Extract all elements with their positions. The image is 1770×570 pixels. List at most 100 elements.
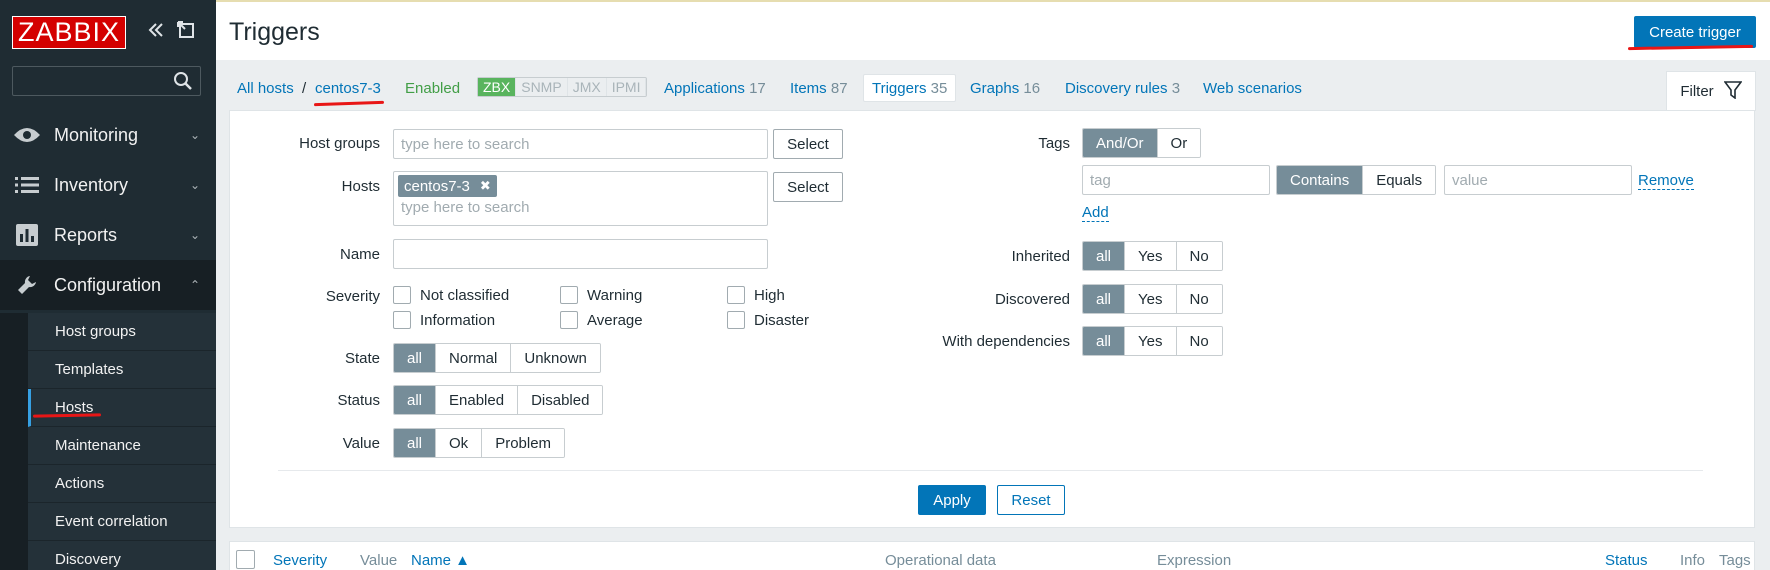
ipmi-badge: IPMI: [606, 78, 647, 96]
zbx-badge: ZBX: [478, 78, 517, 96]
discovered-no[interactable]: No: [1176, 285, 1222, 313]
submenu-discovery[interactable]: Discovery: [28, 541, 216, 570]
discovered-label: Discovered: [994, 291, 1070, 308]
severity-not-classified[interactable]: Not classified: [393, 286, 509, 304]
tags-label: Tags: [1038, 135, 1070, 152]
state-all[interactable]: all: [394, 344, 437, 372]
col-status[interactable]: Status: [1605, 552, 1648, 569]
tag-op-contains[interactable]: Contains: [1277, 166, 1364, 194]
page-header: Triggers Create trigger: [216, 0, 1770, 60]
tag-name-input[interactable]: tag: [1082, 165, 1270, 195]
menu-configuration[interactable]: Configuration ⌃: [0, 260, 216, 310]
submenu-hosts[interactable]: Hosts: [28, 389, 216, 427]
dependencies-yes[interactable]: Yes: [1125, 327, 1177, 355]
chevron-down-icon: ⌄: [189, 228, 200, 242]
host-groups-label: Host groups: [299, 135, 380, 152]
submenu-actions[interactable]: Actions: [28, 465, 216, 503]
filter-tab[interactable]: Filter: [1666, 71, 1756, 111]
close-icon[interactable]: ✖: [480, 178, 491, 194]
tag-op-equals[interactable]: Equals: [1363, 166, 1436, 194]
host-groups-select-button[interactable]: Select: [773, 129, 843, 159]
tags-or[interactable]: Or: [1157, 129, 1201, 157]
state-normal[interactable]: Normal: [436, 344, 512, 372]
host-status-enabled[interactable]: Enabled: [405, 80, 460, 97]
checkbox[interactable]: [393, 311, 411, 329]
hosts-search-placeholder[interactable]: type here to search: [401, 199, 529, 216]
menu-label: Monitoring: [54, 124, 139, 145]
dependencies-no[interactable]: No: [1176, 327, 1222, 355]
apply-button[interactable]: Apply: [918, 485, 986, 515]
severity-information[interactable]: Information: [393, 311, 495, 329]
tag-value-input[interactable]: value: [1444, 165, 1632, 195]
breadcrumb-host[interactable]: centos7-3: [315, 80, 381, 97]
status-disabled[interactable]: Disabled: [518, 386, 603, 414]
checkbox[interactable]: [727, 286, 745, 304]
tags-evaltype-group: And/Or Or: [1082, 128, 1202, 158]
chevron-up-icon: ⌃: [189, 278, 200, 292]
tags-and-or[interactable]: And/Or: [1083, 129, 1158, 157]
host-groups-input[interactable]: type here to search: [393, 129, 768, 159]
inherited-no[interactable]: No: [1176, 242, 1222, 270]
discovered-radio-group: all Yes No: [1082, 284, 1223, 314]
menu-inventory[interactable]: Inventory ⌄: [0, 160, 216, 210]
tag-remove-link[interactable]: Remove: [1638, 172, 1694, 190]
severity-disaster[interactable]: Disaster: [727, 311, 809, 329]
search-input[interactable]: [12, 66, 201, 96]
discovered-yes[interactable]: Yes: [1125, 285, 1177, 313]
submenu-event-correlation[interactable]: Event correlation: [28, 503, 216, 541]
zabbix-logo[interactable]: ZABBIX: [12, 16, 126, 49]
submenu-host-groups[interactable]: Host groups: [28, 313, 216, 351]
chevron-down-icon: ⌄: [189, 178, 200, 192]
tab-discovery-rules[interactable]: Discovery rules 3: [1065, 80, 1180, 97]
col-name[interactable]: Name ▲: [411, 552, 470, 569]
value-ok[interactable]: Ok: [436, 429, 483, 457]
checkbox[interactable]: [727, 311, 745, 329]
inherited-all[interactable]: all: [1083, 242, 1126, 270]
checkbox[interactable]: [560, 286, 578, 304]
create-trigger-button[interactable]: Create trigger: [1634, 16, 1756, 48]
inherited-yes[interactable]: Yes: [1125, 242, 1177, 270]
reset-button[interactable]: Reset: [997, 485, 1065, 515]
wrench-icon: [12, 274, 42, 296]
col-tags: Tags: [1719, 552, 1751, 569]
tab-items[interactable]: Items 87: [790, 80, 848, 97]
value-all[interactable]: all: [394, 429, 437, 457]
severity-high[interactable]: High: [727, 286, 785, 304]
severity-warning[interactable]: Warning: [560, 286, 642, 304]
tag-operator-group: Contains Equals: [1276, 165, 1437, 195]
checkbox[interactable]: [560, 311, 578, 329]
chevron-down-icon: ⌄: [189, 128, 200, 142]
chevrons-left-icon[interactable]: [146, 20, 166, 45]
status-all[interactable]: all: [394, 386, 437, 414]
menu-monitoring[interactable]: Monitoring ⌄: [0, 110, 216, 160]
tab-triggers[interactable]: Triggers 35: [863, 74, 957, 102]
breadcrumb-all-hosts[interactable]: All hosts: [237, 80, 294, 97]
status-label: Status: [337, 392, 380, 409]
menu-reports[interactable]: Reports ⌄: [0, 210, 216, 260]
host-navigation: All hosts / centos7-3 Enabled ZBX SNMP J…: [229, 70, 1756, 111]
list-icon: [12, 176, 42, 194]
status-enabled[interactable]: Enabled: [436, 386, 519, 414]
submenu-templates[interactable]: Templates: [28, 351, 216, 389]
discovered-all[interactable]: all: [1083, 285, 1126, 313]
kiosk-mode-icon[interactable]: [177, 20, 195, 44]
col-operational-data: Operational data: [885, 552, 996, 569]
name-input[interactable]: [393, 239, 768, 269]
value-problem[interactable]: Problem: [482, 429, 565, 457]
checkbox[interactable]: [393, 286, 411, 304]
tab-applications[interactable]: Applications 17: [664, 80, 766, 97]
dependencies-all[interactable]: all: [1083, 327, 1126, 355]
tab-graphs[interactable]: Graphs 16: [970, 80, 1040, 97]
tag-add-link[interactable]: Add: [1082, 204, 1109, 222]
state-unknown[interactable]: Unknown: [511, 344, 600, 372]
status-radio-group: all Enabled Disabled: [393, 385, 604, 415]
severity-average[interactable]: Average: [560, 311, 643, 329]
search-icon[interactable]: [172, 70, 194, 95]
col-severity[interactable]: Severity: [273, 552, 327, 569]
menu-label: Inventory: [54, 174, 129, 195]
select-all-checkbox[interactable]: [236, 550, 255, 569]
state-radio-group: all Normal Unknown: [393, 343, 601, 373]
hosts-select-button[interactable]: Select: [773, 172, 843, 202]
tab-web-scenarios[interactable]: Web scenarios: [1203, 80, 1302, 97]
submenu-maintenance[interactable]: Maintenance: [28, 427, 216, 465]
